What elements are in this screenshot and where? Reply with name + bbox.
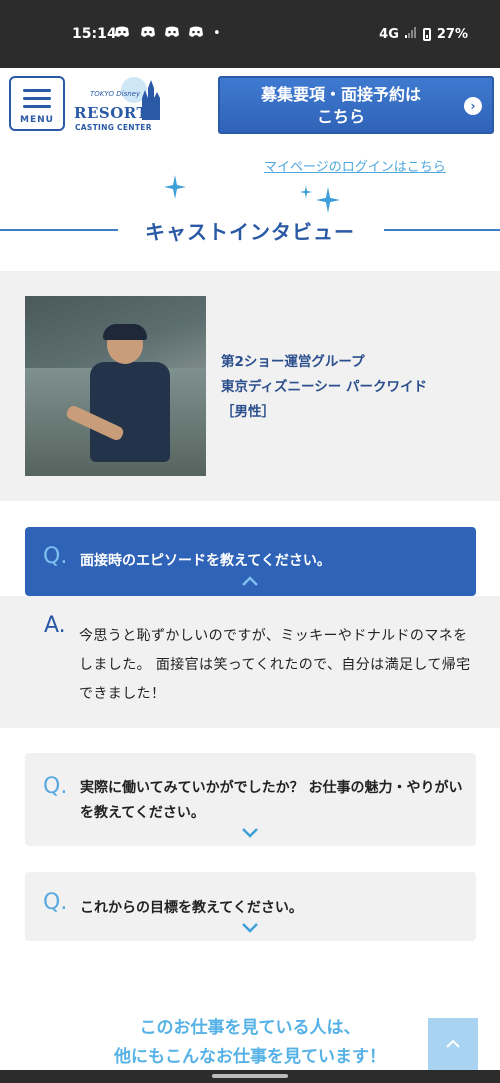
chevron-right-icon: ›: [464, 97, 482, 115]
menu-button[interactable]: MENU: [9, 76, 65, 131]
system-nav-bar: [0, 1070, 500, 1083]
discord-icon: [114, 26, 130, 42]
sparkle-icon: [300, 185, 312, 199]
q-mark: Q.: [43, 544, 68, 569]
menu-label: MENU: [20, 115, 54, 125]
sparkle-icon: [164, 175, 186, 199]
status-right: 4G 27%: [379, 26, 468, 42]
hamburger-icon: [23, 97, 51, 100]
logo-casting-text: CASTING CENTER: [75, 123, 152, 132]
discord-icon: [188, 26, 204, 42]
hamburger-icon: [23, 89, 51, 92]
profile-card: 第2ショー運営グループ 東京ディズニーシー パークワイド ［男性］: [0, 271, 500, 501]
question-text: これからの目標を教えてください。: [80, 900, 303, 916]
chevron-down-icon[interactable]: [242, 828, 258, 838]
q-mark: Q.: [43, 890, 68, 915]
recruit-apply-button[interactable]: 募集要項・面接予約は こちら ›: [218, 76, 494, 134]
answer-text: 今思うと恥ずかしいのですが、ミッキーやドナルドのマネをしました。 面接官は笑って…: [79, 628, 471, 702]
network-label: 4G: [379, 26, 399, 42]
profile-park: 東京ディズニーシー パークワイド: [221, 379, 427, 395]
battery-percent: 27%: [436, 26, 468, 42]
cast-photo: [25, 296, 206, 476]
question-text: 面接時のエピソードを教えてください。: [80, 553, 331, 569]
discord-icon: [140, 26, 156, 42]
back-to-top-button[interactable]: [428, 1018, 478, 1070]
status-time: 15:14: [72, 26, 117, 42]
recruit-button-label: 募集要項・面接予約は こちら: [260, 85, 421, 126]
hamburger-icon: [23, 105, 51, 108]
profile-info: 第2ショー運営グループ 東京ディズニーシー パークワイド ［男性］: [221, 350, 427, 425]
casting-center-logo[interactable]: TOKYO Disney RESORT CASTING CENTER: [72, 76, 164, 134]
battery-icon: [422, 27, 431, 41]
mypage-login-link[interactable]: マイページのログインはこちら: [264, 156, 446, 175]
related-jobs-heading: このお仕事を見ている人は、 他にもこんなお仕事を見ています！: [114, 1018, 386, 1067]
page-title: キャストインタビュー: [145, 220, 355, 244]
q-mark: Q.: [43, 774, 68, 799]
home-handle[interactable]: [212, 1074, 288, 1078]
discord-icon: [164, 26, 180, 42]
status-bar: 15:14 • 4G 27%: [0, 0, 500, 68]
chevron-up-icon: [446, 1039, 460, 1048]
logo-small-text: TOKYO Disney: [90, 90, 141, 98]
logo-resort-text: RESORT: [74, 104, 149, 122]
section-header: キャストインタビュー: [0, 208, 500, 252]
a-mark: A.: [44, 613, 66, 638]
question-text: 実際に働いてみていかがでしたか？ お仕事の魅力・やりがいを教えてください。: [80, 780, 463, 821]
profile-group: 第2ショー運営グループ: [221, 354, 365, 370]
site-header: MENU TOKYO Disney RESORT CASTING CENTER …: [0, 68, 500, 146]
qa-answer-1: A. 今思うと恥ずかしいのですが、ミッキーやドナルドのマネをしました。 面接官は…: [0, 596, 500, 728]
signal-icon: [404, 26, 417, 42]
chevron-up-icon[interactable]: [242, 576, 258, 586]
notification-dot: •: [213, 26, 221, 41]
profile-gender: ［男性］: [221, 404, 275, 420]
chevron-down-icon[interactable]: [242, 923, 258, 933]
